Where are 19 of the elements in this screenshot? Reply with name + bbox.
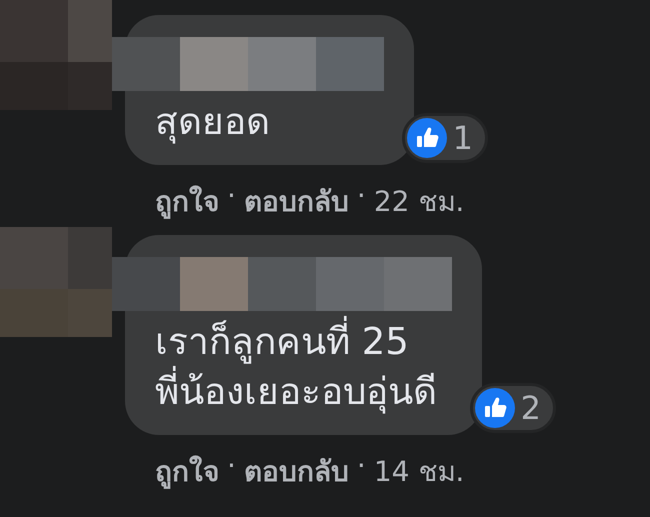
reaction-badge[interactable]: 1 (402, 113, 488, 163)
separator-dot: · (227, 449, 236, 484)
action-link[interactable]: ถูกใจ (155, 179, 219, 223)
action-link[interactable]: ถูกใจ (155, 449, 219, 493)
like-count: 2 (520, 389, 541, 427)
like-count: 1 (452, 119, 473, 157)
comment-text: สุดยอด (155, 99, 271, 146)
action-link[interactable]: ตอบกลับ (244, 449, 349, 493)
separator-dot: · (356, 449, 366, 484)
comment-text: เราก็ลูกคนที่ 25 (155, 317, 452, 367)
action-link[interactable]: ตอบกลับ (244, 179, 349, 223)
separator-dot: · (356, 179, 366, 214)
reaction-badge[interactable]: 2 (470, 383, 556, 433)
timestamp: 22 ชม. (374, 184, 464, 220)
comment-text: พี่น้องเยอะอบอุ่นดี (155, 367, 452, 417)
timestamp: 14 ชม. (374, 454, 464, 490)
like-icon (406, 118, 447, 158)
separator-dot: · (227, 179, 236, 214)
like-icon (474, 388, 515, 428)
